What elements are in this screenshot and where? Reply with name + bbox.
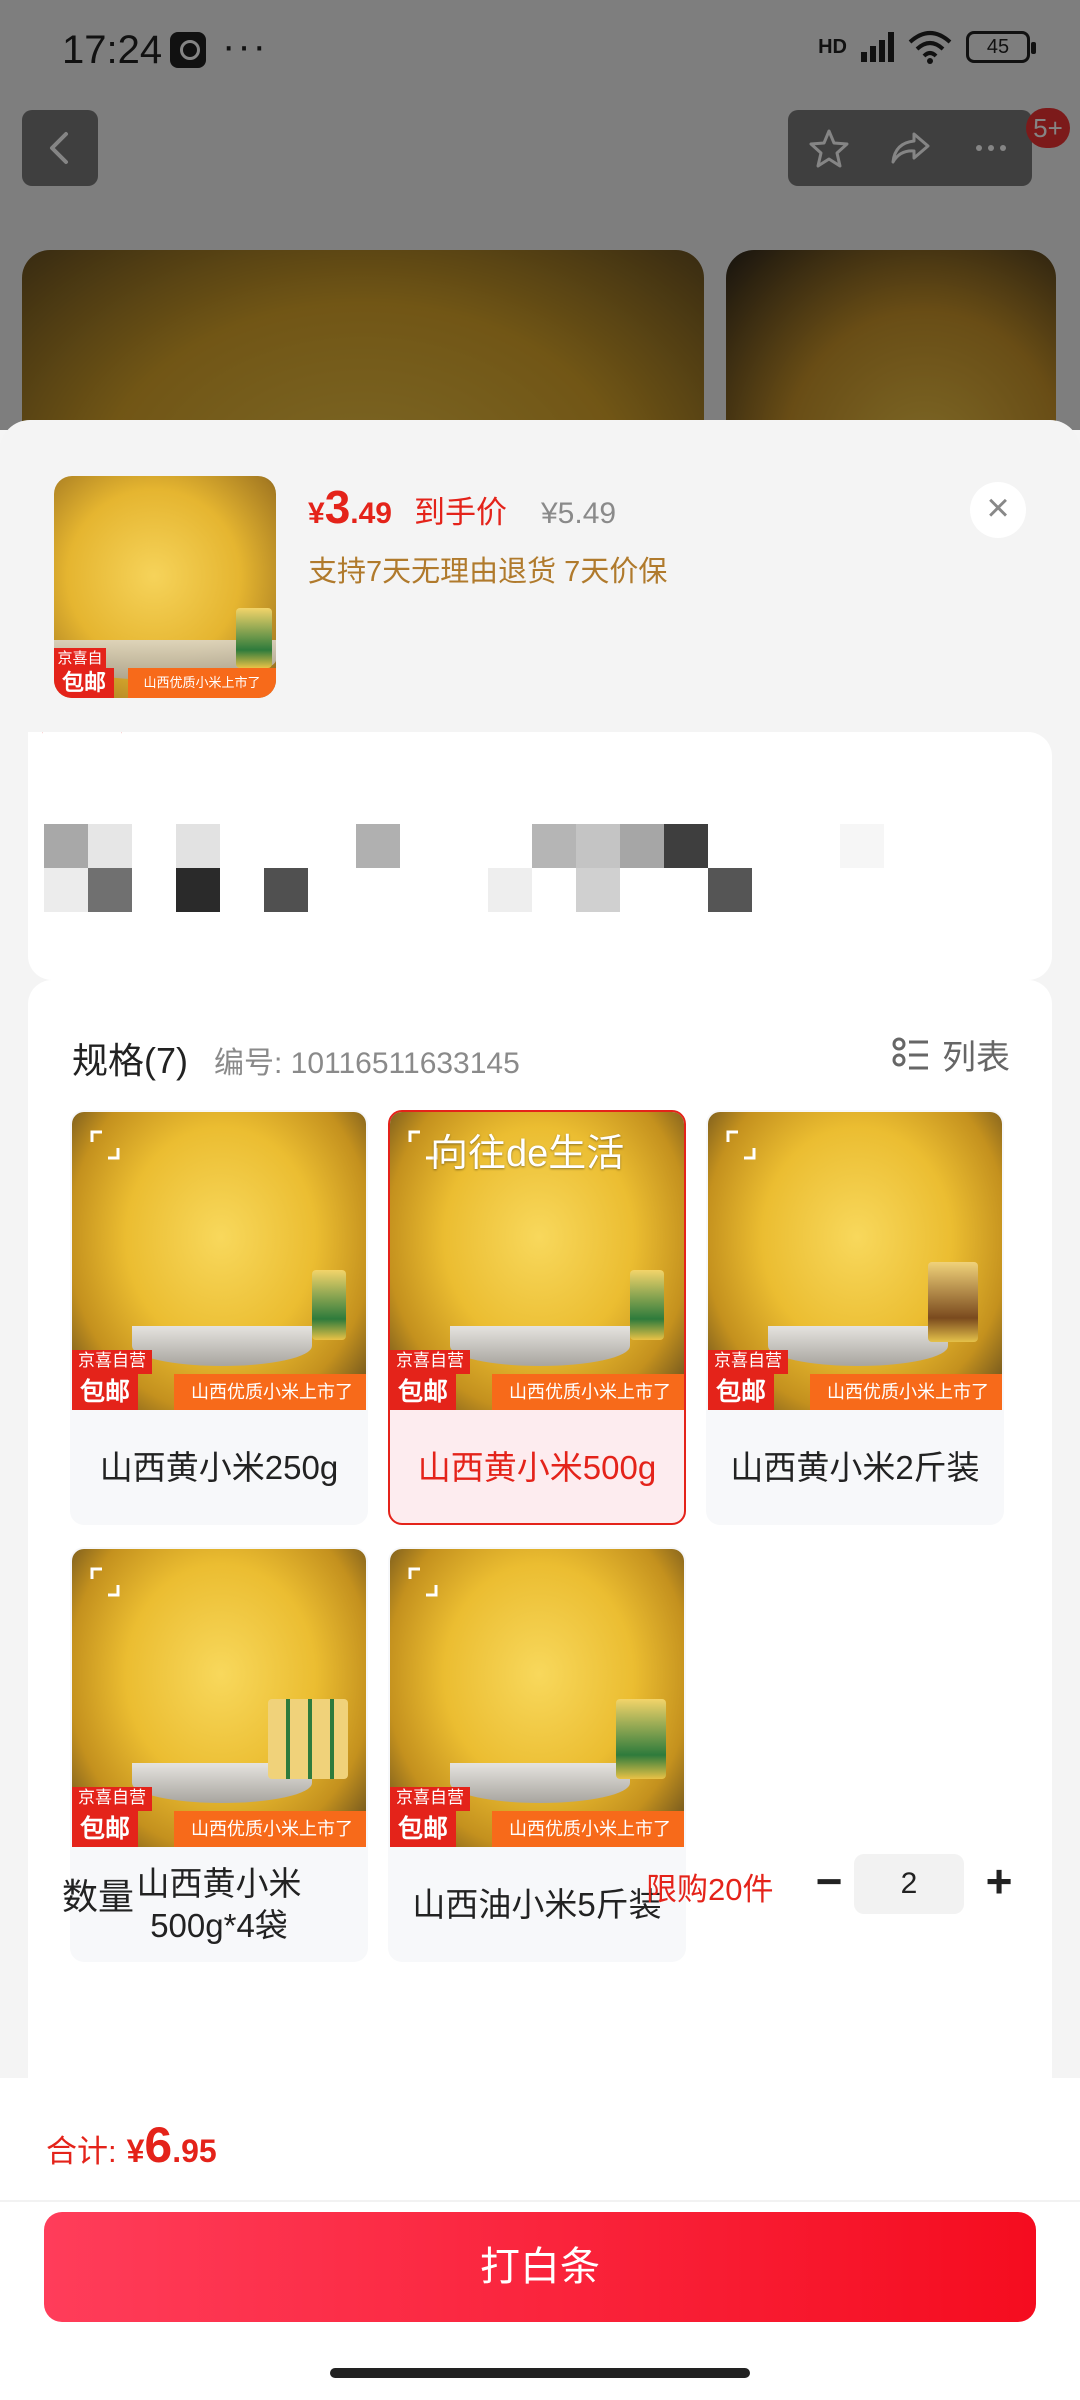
self-operated-tag: 京喜自营 [72, 1350, 152, 1374]
close-icon: × [986, 486, 1010, 530]
redaction-pixel [88, 868, 132, 912]
quantity-input[interactable]: 2 [854, 1854, 964, 1914]
spec-title: 规格(7) [72, 1040, 188, 1081]
free-shipping-tag: 包邮 [72, 1374, 139, 1410]
free-shipping-tag: 包邮 [390, 1811, 457, 1847]
overlay-dim[interactable] [0, 0, 1080, 430]
selected-sku-thumbnail[interactable]: 京喜自营 包邮 山西优质小米上市了 [54, 476, 276, 698]
sku-image: 京喜自营 包邮 山西优质小米上市了 [72, 1549, 366, 1847]
redaction-pixel [576, 868, 620, 912]
total-price: 合计: ¥ 6 .95 [46, 2116, 217, 2174]
promo-banner-tag: 山西优质小米上市了 [174, 1374, 366, 1410]
redaction-pixel [44, 824, 88, 868]
sku-option[interactable]: 京喜自营 包邮 山西优质小米上市了 山西黄小米250g [70, 1110, 368, 1525]
sku-image: 京喜自营 包邮 山西优质小米上市了 [708, 1112, 1002, 1410]
total-integer: 6 [144, 2117, 173, 2173]
sku-image: 京喜自营 包邮 山西优质小米上市了 [72, 1112, 366, 1410]
sku-bowl [450, 1326, 630, 1366]
final-price-label: 到手价 [414, 495, 507, 530]
price-symbol: ¥ [308, 497, 325, 530]
expand-icon[interactable] [726, 1130, 756, 1160]
promo-banner-tag: 山西优质小米上市了 [174, 1811, 366, 1847]
sku-option[interactable]: 京喜自营 包邮 山西优质小米上市了 山西黄小米2斤装 [706, 1110, 1004, 1525]
redaction-pixel [532, 824, 576, 868]
background-product-page: 17:24 ··· HD 45 5+ [0, 0, 1080, 430]
price-decimal: .49 [350, 497, 392, 530]
sku-package [630, 1270, 664, 1340]
divider [0, 2200, 1080, 2202]
free-shipping-tag: 包邮 [54, 668, 115, 698]
expand-icon[interactable] [90, 1130, 120, 1160]
free-shipping-tag: 包邮 [708, 1374, 775, 1410]
sku-label: 山西黄小米500g [417, 1448, 657, 1486]
redaction-pixel [44, 868, 88, 912]
sku-label: 山西黄小米2斤装 [730, 1448, 980, 1486]
close-button[interactable]: × [970, 482, 1026, 538]
total-decimal: .95 [172, 2133, 217, 2169]
price-row: ¥ 3 .49 到手价 ¥5.49 [308, 480, 616, 534]
original-price: ¥5.49 [541, 497, 617, 530]
redacted-content [28, 732, 1052, 980]
quantity-decrease-button[interactable]: − [804, 1858, 854, 1908]
sku-image: 向往de生活 京喜自营 包邮 山西优质小米上市了 [390, 1112, 684, 1410]
checkout-footer: 合计: ¥ 6 .95 打白条 [0, 2078, 1080, 2400]
sku-package [312, 1270, 346, 1340]
self-operated-tag: 京喜自营 [54, 648, 106, 689]
self-operated-tag: 京喜自营 [390, 1787, 470, 1811]
list-view-label: 列表 [942, 1039, 1010, 1077]
sku-bowl [768, 1326, 948, 1366]
redaction-pixel [264, 868, 308, 912]
promo-banner-tag: 山西优质小米上市了 [492, 1374, 684, 1410]
self-operated-tag: 京喜自营 [390, 1350, 470, 1374]
promo-banner-tag: 山西优质小米上市了 [128, 668, 276, 698]
product-number: 编号: 10116511633145 [214, 1047, 520, 1080]
baitiao-pay-button[interactable]: 打白条 [44, 2212, 1036, 2322]
decorative-arc [42, 732, 122, 754]
sku-label: 山西黄小米250g [99, 1448, 339, 1486]
sku-bowl [132, 1326, 312, 1366]
self-operated-tag: 京喜自营 [72, 1787, 152, 1811]
sku-image: 京喜自营 包邮 山西优质小米上市了 [390, 1549, 684, 1847]
quantity-label: 数量 [62, 1876, 135, 1917]
purchase-limit: 限购20件 [646, 1872, 774, 1907]
redaction-pixel [576, 824, 620, 868]
redaction-pixel [176, 868, 220, 912]
promo-banner-tag: 山西优质小米上市了 [492, 1811, 684, 1847]
expand-icon[interactable] [408, 1567, 438, 1597]
list-view-toggle[interactable]: 列表 [892, 1030, 1010, 1079]
thumbnail-package [236, 608, 272, 668]
sku-bowl [450, 1763, 630, 1803]
redaction-pixel [356, 824, 400, 868]
redaction-pixel [708, 868, 752, 912]
redaction-pixel [176, 824, 220, 868]
quantity-row: 数量 限购20件 − 2 + [34, 1850, 1034, 1930]
sku-option-selected[interactable]: 向往de生活 京喜自营 包邮 山西优质小米上市了 山西黄小米500g [388, 1110, 686, 1525]
home-indicator[interactable] [330, 2368, 750, 2378]
redaction-pixel [88, 824, 132, 868]
promo-banner-tag: 山西优质小米上市了 [810, 1374, 1002, 1410]
list-icon [892, 1037, 928, 1069]
quantity-increase-button[interactable]: + [974, 1858, 1024, 1908]
service-promises: 支持7天无理由退货 7天价保 [308, 556, 668, 588]
watermark-text: 向往de生活 [430, 1133, 625, 1175]
sku-package [616, 1699, 666, 1779]
price-integer: 3 [324, 481, 351, 533]
redaction-pixel [664, 824, 708, 868]
free-shipping-tag: 包邮 [390, 1374, 457, 1410]
self-operated-tag: 京喜自营 [708, 1350, 788, 1374]
redaction-pixel [840, 824, 884, 868]
sku-package [268, 1699, 348, 1779]
redaction-pixel [488, 868, 532, 912]
sku-package [928, 1262, 978, 1342]
total-label: 合计: [46, 2134, 117, 2169]
redaction-pixel [620, 824, 664, 868]
expand-icon[interactable] [90, 1567, 120, 1597]
total-symbol: ¥ [126, 2133, 145, 2169]
free-shipping-tag: 包邮 [72, 1811, 139, 1847]
